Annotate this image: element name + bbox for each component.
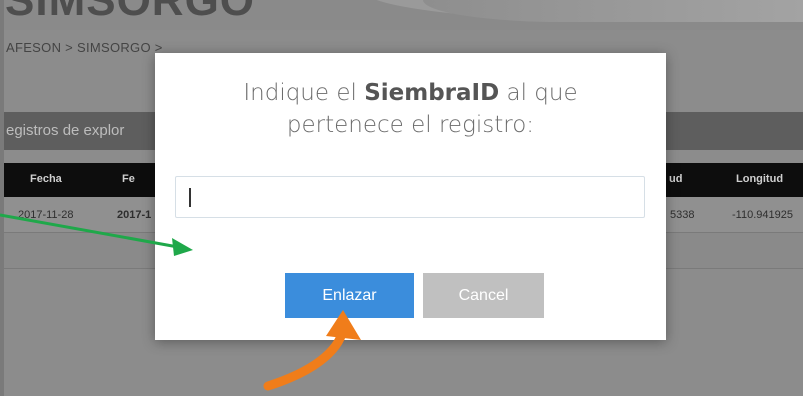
column-header-fecha[interactable]: Fecha (30, 173, 62, 185)
banner-title: SIMSORGO (5, 0, 256, 25)
text-caret (189, 188, 191, 207)
cell-fe: 2017-1 (117, 209, 152, 221)
dialog-title: Indique el SiembraID al que pertenece el… (155, 77, 666, 141)
column-header-ud[interactable]: ud (669, 173, 682, 185)
section-title: egistros de explor (6, 122, 125, 139)
dialog-title-bold: SiembraID (364, 80, 500, 106)
column-header-longitud[interactable]: Longitud (736, 173, 783, 185)
cancel-button[interactable]: Cancel (423, 273, 544, 318)
cell-longitud: -110.941925 (732, 209, 793, 221)
dialog-title-suffix: al que (499, 80, 578, 106)
cell-fecha: 2017-11-28 (18, 209, 74, 221)
page-left-edge (0, 0, 4, 396)
siembra-id-input[interactable] (175, 176, 645, 218)
cell-ud: 5338 (670, 209, 695, 221)
column-header-fe[interactable]: Fe (122, 173, 135, 185)
enlazar-button[interactable]: Enlazar (285, 273, 414, 318)
top-banner: SIMSORGO (0, 0, 803, 30)
dialog-title-line2: pertenece el registro: (286, 112, 535, 138)
banner-swoosh-accent (423, 0, 803, 22)
dialog-title-prefix: Indique el (243, 80, 365, 106)
siembra-id-dialog: Indique el SiembraID al que pertenece el… (155, 53, 666, 340)
breadcrumb[interactable]: AFESON > SIMSORGO > (6, 40, 163, 55)
